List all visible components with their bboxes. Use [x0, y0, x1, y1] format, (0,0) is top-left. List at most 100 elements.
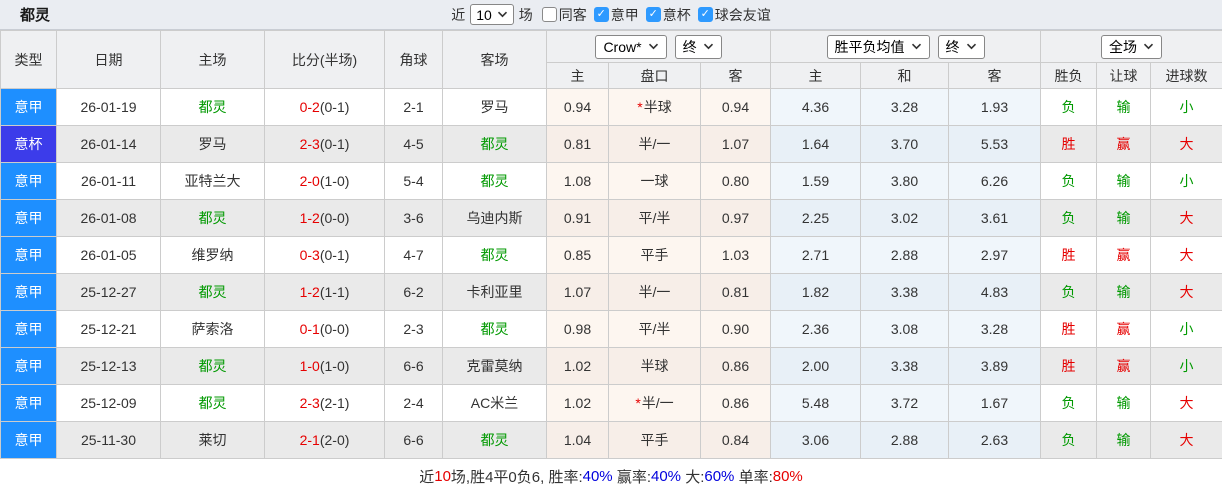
table-row: 意甲 26-01-05 维罗纳 0-3(0-1) 4-7 都灵 0.85 平手 … [1, 237, 1222, 274]
summary-segment: 40% [583, 468, 613, 485]
page-title: 都灵 [20, 4, 50, 25]
result-goals: 大 [1151, 385, 1222, 422]
result-win-loss: 负 [1041, 422, 1097, 459]
odds-stage-value: 终 [683, 37, 697, 57]
away-team: 都灵 [443, 163, 547, 200]
league-badge: 意甲 [1, 89, 57, 126]
match-date: 25-12-27 [57, 274, 161, 311]
chevron-down-icon [648, 43, 659, 50]
handicap-label: 一球 [641, 173, 669, 189]
filter-同客[interactable]: 同客 [542, 5, 587, 25]
halftime-score: (2-1) [320, 395, 350, 411]
away-team: 罗马 [443, 89, 547, 126]
avg-draw: 2.88 [861, 422, 949, 459]
result-handicap: 输 [1097, 200, 1151, 237]
away-team: 都灵 [443, 237, 547, 274]
odds-source-select[interactable]: Crow* [595, 35, 666, 59]
odds-away: 0.86 [701, 348, 771, 385]
filter-意甲[interactable]: ✓意甲 [594, 5, 639, 25]
fulltime-score: 1-0 [300, 358, 320, 374]
avg-away: 1.93 [949, 89, 1041, 126]
handicap-cell: 一球 [609, 163, 701, 200]
table-row: 意甲 25-12-21 萨索洛 0-1(0-0) 2-3 都灵 0.98 平/半… [1, 311, 1222, 348]
score-cell: 1-0(1-0) [265, 348, 385, 385]
col-header-home: 主场 [161, 31, 265, 89]
avg-draw: 3.70 [861, 126, 949, 163]
match-date: 25-12-21 [57, 311, 161, 348]
avg-away: 2.97 [949, 237, 1041, 274]
corners: 2-4 [385, 385, 443, 422]
avg-home: 2.25 [771, 200, 861, 237]
odds-home: 1.07 [547, 274, 609, 311]
fulltime-score: 2-0 [300, 173, 320, 189]
halftime-score: (0-0) [320, 210, 350, 226]
odds-away: 1.07 [701, 126, 771, 163]
odds-stage-select[interactable]: 终 [675, 35, 722, 59]
odds-home: 1.02 [547, 385, 609, 422]
avg-home: 2.00 [771, 348, 861, 385]
filter-label: 意甲 [611, 5, 639, 25]
league-badge: 意甲 [1, 422, 57, 459]
checkbox-checked-icon[interactable]: ✓ [594, 7, 609, 22]
result-win-loss: 负 [1041, 385, 1097, 422]
table-row: 意甲 26-01-11 亚特兰大 2-0(1-0) 5-4 都灵 1.08 一球… [1, 163, 1222, 200]
result-win-loss: 负 [1041, 200, 1097, 237]
result-handicap: 赢 [1097, 311, 1151, 348]
result-handicap: 输 [1097, 385, 1151, 422]
odds-home: 0.98 [547, 311, 609, 348]
handicap-cell: *半/一 [609, 385, 701, 422]
subcol-result: 胜负 [1041, 63, 1097, 89]
result-handicap: 赢 [1097, 126, 1151, 163]
table-row: 意甲 25-12-09 都灵 2-3(2-1) 2-4 AC米兰 1.02 *半… [1, 385, 1222, 422]
corners: 4-5 [385, 126, 443, 163]
chevron-down-icon [703, 43, 714, 50]
avg-source-value: 胜平负均值 [835, 37, 905, 57]
home-team: 都灵 [161, 89, 265, 126]
filter-球会友谊[interactable]: ✓球会友谊 [698, 5, 771, 25]
table-row: 意甲 26-01-19 都灵 0-2(0-1) 2-1 罗马 0.94 *半球 … [1, 89, 1222, 126]
league-badge: 意甲 [1, 385, 57, 422]
odds-source-value: Crow* [603, 39, 641, 55]
subcol-odds-home: 主 [547, 63, 609, 89]
filter-意杯[interactable]: ✓意杯 [646, 5, 691, 25]
avg-stage-select[interactable]: 终 [938, 35, 985, 59]
checkbox-checked-icon[interactable]: ✓ [698, 7, 713, 22]
odds-header-group: Crow* 终 [547, 31, 771, 63]
handicap-cell: 半球 [609, 348, 701, 385]
odds-away: 1.03 [701, 237, 771, 274]
result-handicap: 赢 [1097, 237, 1151, 274]
corners: 6-6 [385, 348, 443, 385]
handicap-cell: 半/一 [609, 126, 701, 163]
chevron-down-icon [966, 43, 977, 50]
score-cell: 2-0(1-0) [265, 163, 385, 200]
subcol-avg-away: 客 [949, 63, 1041, 89]
handicap-cell: 平/半 [609, 200, 701, 237]
filter-label: 球会友谊 [715, 5, 771, 25]
subcol-odds-away: 客 [701, 63, 771, 89]
avg-away: 2.63 [949, 422, 1041, 459]
avg-home: 5.48 [771, 385, 861, 422]
home-team: 莱切 [161, 422, 265, 459]
match-date: 26-01-05 [57, 237, 161, 274]
recent-count-select[interactable]: 10 [470, 4, 514, 25]
handicap-label: 半球 [644, 99, 672, 115]
scope-select[interactable]: 全场 [1101, 35, 1162, 59]
avg-home: 1.82 [771, 274, 861, 311]
checkbox-checked-icon[interactable]: ✓ [646, 7, 661, 22]
handicap-cell: *半球 [609, 89, 701, 126]
home-team: 都灵 [161, 385, 265, 422]
halftime-score: (1-0) [320, 173, 350, 189]
checkbox-unchecked-icon[interactable] [542, 7, 557, 22]
summary-segment: 场,胜4平0负6, 胜率: [451, 466, 583, 487]
avg-draw: 2.88 [861, 237, 949, 274]
avg-source-select[interactable]: 胜平负均值 [827, 35, 930, 59]
away-team: 都灵 [443, 422, 547, 459]
avg-away: 3.28 [949, 311, 1041, 348]
avg-home: 2.36 [771, 311, 861, 348]
chevron-down-icon [497, 11, 508, 18]
table-row: 意甲 25-12-13 都灵 1-0(1-0) 6-6 克雷莫纳 1.02 半球… [1, 348, 1222, 385]
fulltime-score: 0-3 [300, 247, 320, 263]
home-team: 都灵 [161, 200, 265, 237]
avg-draw: 3.02 [861, 200, 949, 237]
avg-away: 3.89 [949, 348, 1041, 385]
